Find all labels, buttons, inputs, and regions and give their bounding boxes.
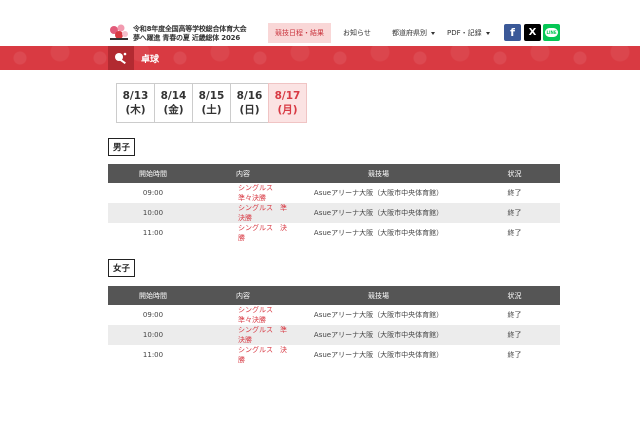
day-label: (木) <box>125 104 146 116</box>
event-link[interactable]: シングルス 決勝 <box>198 223 288 243</box>
date-label: 8/13 <box>122 90 149 102</box>
day-label: (金) <box>163 104 184 116</box>
section-label-women: 女子 <box>108 259 135 277</box>
venue-cell: Asueアリーナ大阪（大阪市中央体育館） <box>288 325 469 345</box>
section-label-men: 男子 <box>108 138 135 156</box>
status-cell: 終了 <box>469 325 560 345</box>
date-label: 8/16 <box>236 90 263 102</box>
column-header-status: 状況 <box>469 164 560 183</box>
tournament-logo-icon[interactable] <box>108 22 130 42</box>
schedule-table-men: 開始時間 内容 競技場 状況 09:00 シングルス 準々決勝 Asueアリーナ… <box>108 164 560 243</box>
day-label: (日) <box>239 104 260 116</box>
column-header-status: 状況 <box>469 286 560 305</box>
venue-cell: Asueアリーナ大阪（大阪市中央体育館） <box>288 203 469 223</box>
line-label: LINE <box>545 28 558 37</box>
site-header: 令和8年度全国高等学校総合体育大会 夢へ躍進 青春の夏 近畿総体 2026 競技… <box>0 0 640 46</box>
chevron-down-icon <box>431 31 435 35</box>
time-cell: 10:00 <box>108 325 198 345</box>
status-cell: 終了 <box>469 203 560 223</box>
table-header-row: 開始時間 内容 競技場 状況 <box>108 164 560 183</box>
event-link[interactable]: シングルス 決勝 <box>198 345 288 365</box>
event-link[interactable]: シングルス 準決勝 <box>198 325 288 345</box>
event-link[interactable]: シングルス 準決勝 <box>198 203 288 223</box>
date-tab-0817[interactable]: 8/17 (月) <box>268 83 307 123</box>
venue-cell: Asueアリーナ大阪（大阪市中央体育館） <box>288 345 469 365</box>
chevron-down-icon <box>485 31 490 35</box>
x-icon[interactable]: X <box>524 24 541 41</box>
venue-cell: Asueアリーナ大阪（大阪市中央体育館） <box>288 305 469 325</box>
day-label: (土) <box>201 104 222 116</box>
sport-banner <box>0 46 640 70</box>
date-label: 8/17 <box>274 90 301 102</box>
schedule-table-women: 開始時間 内容 競技場 状況 09:00 シングルス 準々決勝 Asueアリーナ… <box>108 286 560 365</box>
column-header-time: 開始時間 <box>108 286 198 305</box>
status-cell: 終了 <box>469 223 560 243</box>
table-tennis-icon <box>115 52 127 64</box>
date-tab-0815[interactable]: 8/15 (土) <box>192 83 231 123</box>
venue-cell: Asueアリーナ大阪（大阪市中央体育館） <box>288 223 469 243</box>
date-tabs: 8/13 (木) 8/14 (金) 8/15 (土) 8/16 (日) 8/17… <box>116 83 307 123</box>
table-row: 11:00 シングルス 決勝 Asueアリーナ大阪（大阪市中央体育館） 終了 <box>108 345 560 365</box>
event-link[interactable]: シングルス 準々決勝 <box>198 305 288 325</box>
status-cell: 終了 <box>469 183 560 203</box>
nav-results[interactable]: 競技日程・結果 <box>268 23 331 43</box>
sport-title: 卓球 <box>141 54 160 65</box>
venue-cell: Asueアリーナ大阪（大阪市中央体育館） <box>288 183 469 203</box>
nav-news[interactable]: お知らせ <box>343 23 371 43</box>
column-header-venue: 競技場 <box>288 286 469 305</box>
line-icon[interactable]: LINE <box>543 24 560 41</box>
facebook-icon[interactable]: f <box>504 24 521 41</box>
status-cell: 終了 <box>469 305 560 325</box>
table-row: 09:00 シングルス 準々決勝 Asueアリーナ大阪（大阪市中央体育館） 終了 <box>108 305 560 325</box>
time-cell: 10:00 <box>108 203 198 223</box>
event-link[interactable]: シングルス 準々決勝 <box>198 183 288 203</box>
day-label: (月) <box>277 104 298 116</box>
nav-pdf-label: PDF・記録 <box>447 29 482 37</box>
status-cell: 終了 <box>469 345 560 365</box>
table-row: 10:00 シングルス 準決勝 Asueアリーナ大阪（大阪市中央体育館） 終了 <box>108 325 560 345</box>
date-label: 8/14 <box>160 90 187 102</box>
time-cell: 11:00 <box>108 223 198 243</box>
date-tab-0814[interactable]: 8/14 (金) <box>154 83 193 123</box>
column-header-content: 内容 <box>198 164 288 183</box>
time-cell: 09:00 <box>108 305 198 325</box>
time-cell: 09:00 <box>108 183 198 203</box>
nav-prefecture-label: 都道府県別 <box>392 29 427 37</box>
nav-prefecture[interactable]: 都道府県別 <box>392 23 435 43</box>
table-row: 10:00 シングルス 準決勝 Asueアリーナ大阪（大阪市中央体育館） 終了 <box>108 203 560 223</box>
table-header-row: 開始時間 内容 競技場 状況 <box>108 286 560 305</box>
date-label: 8/15 <box>198 90 225 102</box>
nav-pdf[interactable]: PDF・記録 <box>447 23 490 43</box>
date-tab-0813[interactable]: 8/13 (木) <box>116 83 155 123</box>
column-header-content: 内容 <box>198 286 288 305</box>
sport-icon-block <box>108 46 134 70</box>
tournament-subtitle[interactable]: 夢へ躍進 青春の夏 近畿総体 2026 <box>133 33 240 43</box>
table-row: 11:00 シングルス 決勝 Asueアリーナ大阪（大阪市中央体育館） 終了 <box>108 223 560 243</box>
table-row: 09:00 シングルス 準々決勝 Asueアリーナ大阪（大阪市中央体育館） 終了 <box>108 183 560 203</box>
date-tab-0816[interactable]: 8/16 (日) <box>230 83 269 123</box>
column-header-venue: 競技場 <box>288 164 469 183</box>
time-cell: 11:00 <box>108 345 198 365</box>
column-header-time: 開始時間 <box>108 164 198 183</box>
